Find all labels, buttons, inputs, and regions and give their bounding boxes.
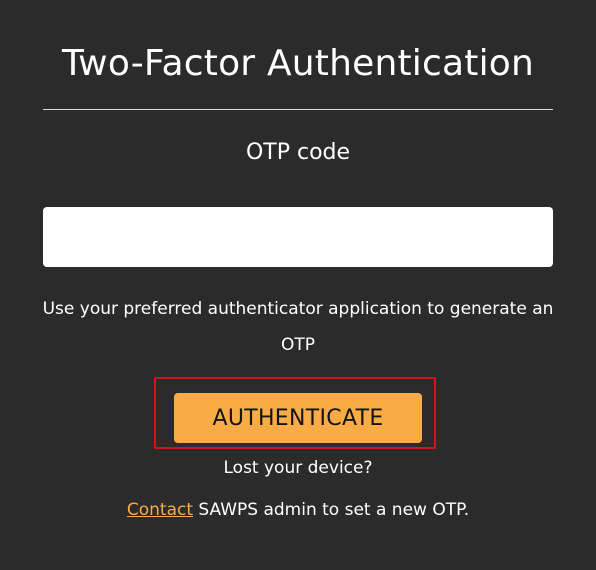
title-divider (43, 109, 553, 110)
otp-code-input[interactable] (43, 207, 553, 267)
contact-admin-text: SAWPS admin to set a new OTP. (193, 500, 470, 520)
authenticate-button[interactable]: AUTHENTICATE (174, 393, 422, 443)
contact-link[interactable]: Contact (127, 500, 193, 520)
lost-device-text: Lost your device? (223, 458, 373, 478)
otp-code-label: OTP code (245, 140, 351, 165)
page-title: Two-Factor Authentication (61, 43, 535, 84)
otp-help-text: Use your preferred authenticator applica… (42, 299, 554, 355)
two-factor-card: Two-Factor Authentication OTP code Use y… (43, 0, 554, 570)
contact-admin-line: Contact SAWPS admin to set a new OTP. (43, 498, 553, 522)
